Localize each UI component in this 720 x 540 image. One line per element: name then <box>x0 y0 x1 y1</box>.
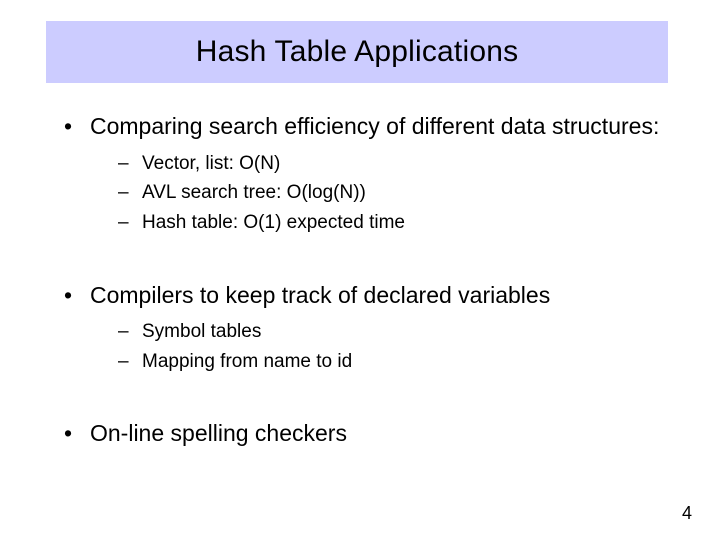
bullet-item: On-line spelling checkers <box>60 419 660 448</box>
sub-bullet-text: AVL search tree: O(log(N)) <box>142 182 366 203</box>
sub-bullet-item: Vector, list: O(N) <box>118 151 660 178</box>
sub-bullet-item: Symbol tables <box>118 319 660 346</box>
bullet-item: Comparing search efficiency of different… <box>60 112 660 237</box>
spacer <box>60 381 660 419</box>
sub-bullet-item: Mapping from name to id <box>118 349 660 376</box>
sub-bullet-text: Vector, list: O(N) <box>142 153 280 174</box>
slide: Hash Table Applications Comparing search… <box>0 0 720 540</box>
bullet-text: Compilers to keep track of declared vari… <box>90 282 550 308</box>
sub-bullet-text: Symbol tables <box>142 321 261 342</box>
bullet-list: Comparing search efficiency of different… <box>60 112 660 448</box>
bullet-item: Compilers to keep track of declared vari… <box>60 281 660 376</box>
bullet-text: Comparing search efficiency of different… <box>90 113 659 139</box>
content-area: Comparing search efficiency of different… <box>60 112 660 454</box>
sub-bullet-item: AVL search tree: O(log(N)) <box>118 180 660 207</box>
sub-bullet-text: Hash table: O(1) expected time <box>142 212 405 233</box>
slide-title: Hash Table Applications <box>196 35 519 69</box>
bullet-text: On-line spelling checkers <box>90 420 347 446</box>
sub-bullet-list: Vector, list: O(N) AVL search tree: O(lo… <box>90 151 660 237</box>
sub-bullet-list: Symbol tables Mapping from name to id <box>90 319 660 375</box>
spacer <box>60 243 660 281</box>
title-band: Hash Table Applications <box>46 21 668 83</box>
page-number: 4 <box>682 503 692 524</box>
sub-bullet-item: Hash table: O(1) expected time <box>118 210 660 237</box>
sub-bullet-text: Mapping from name to id <box>142 351 352 372</box>
